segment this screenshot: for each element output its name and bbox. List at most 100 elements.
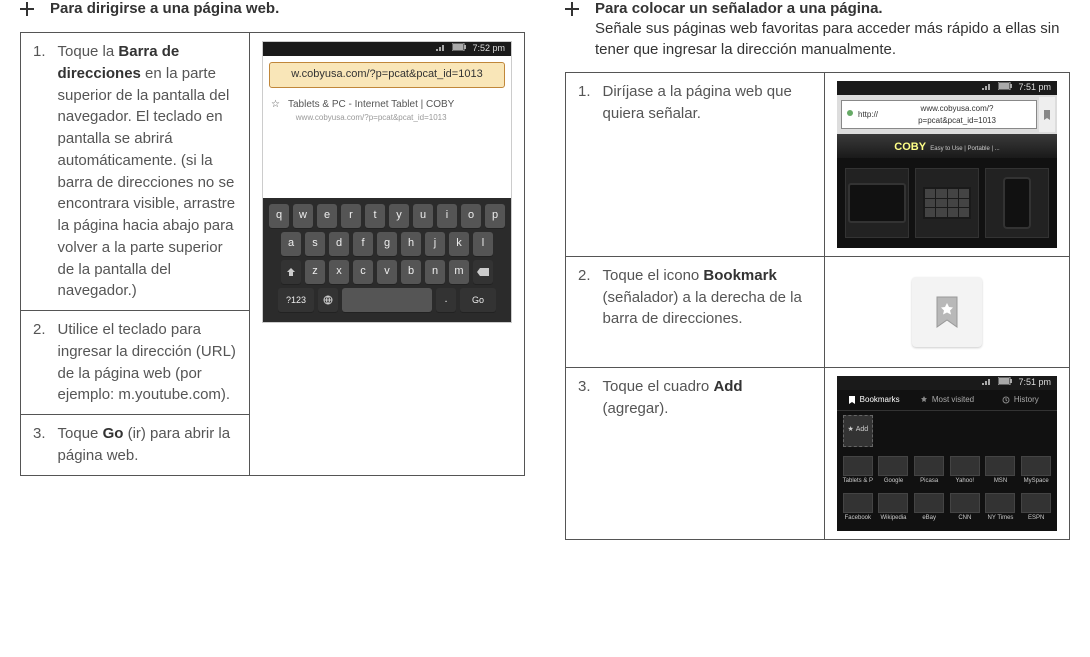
go-key[interactable]: Go [460,288,496,312]
left-step-2: 2. Utilice el teclado para ingresar la d… [21,311,250,415]
key[interactable]: o [461,204,481,228]
battery-icon [998,81,1012,94]
period-key[interactable]: . [436,288,456,312]
symbols-key[interactable]: ?123 [278,288,314,312]
right-image-cell-1: 7:51 pm http://www.cobyusa.com/?p=pcat&p… [825,73,1070,257]
tab-history[interactable]: History [984,390,1057,410]
right-column: Para colocar un señalador a una página. … [565,0,1070,540]
key[interactable]: p [485,204,505,228]
bookmark-item[interactable]: ESPN [1019,493,1053,523]
bookmark-grid-row2: Facebook Wikipedia eBay CNN NY Times ESP… [837,489,1057,527]
key[interactable]: q [269,204,289,228]
key[interactable]: h [401,232,421,256]
right-table: 1. Diríjase a la página web que quiera s… [565,72,1070,540]
tab-bookmarks[interactable]: Bookmarks [837,390,910,410]
tab-most-visited[interactable]: Most visited [910,390,983,410]
key[interactable]: x [329,260,349,284]
bookmark-item[interactable]: Google [877,456,911,486]
step-text: Utilice el teclado para ingresar la dire… [58,319,237,406]
key[interactable]: g [377,232,397,256]
key[interactable]: l [473,232,493,256]
status-bar: 7:52 pm [263,42,511,56]
step-text: Toque Go (ir) para abrir la página web. [58,423,237,467]
bookmark-item[interactable]: MySpace [1019,456,1053,486]
key[interactable]: e [317,204,337,228]
page-header: COBY Easy to Use | Portable | ... [837,134,1057,158]
key[interactable]: m [449,260,469,284]
backspace-key[interactable] [473,260,493,284]
key[interactable]: z [305,260,325,284]
address-bar[interactable]: http://www.cobyusa.com/?p=pcat&pcat_id=1… [841,100,1037,129]
right-step-1: 1. Diríjase a la página web que quiera s… [566,73,825,257]
bookmark-icon [848,396,856,404]
bookmark-add[interactable]: ★ Add [841,415,875,448]
keyboard-icon [923,187,971,219]
step-text: Toque la Barra de direcciones en la part… [58,41,237,302]
onscreen-keyboard[interactable]: q w e r t y u i o p [263,198,511,322]
key[interactable]: u [413,204,433,228]
left-column: Para dirigirse a una página web. 1. Toqu… [20,0,525,540]
key[interactable]: c [353,260,373,284]
tab-row: ☆ Tablets & PC - Internet Tablet | COBY … [263,94,511,128]
key[interactable]: a [281,232,301,256]
key[interactable]: s [305,232,325,256]
signal-icon [436,42,446,55]
phone-screenshot-webpage: 7:51 pm http://www.cobyusa.com/?p=pcat&p… [837,81,1057,248]
left-step-1: 1. Toque la Barra de direcciones en la p… [21,33,250,311]
key[interactable]: d [329,232,349,256]
bookmark-item[interactable]: eBay [912,493,946,523]
plus-icon [20,2,34,20]
right-step-3: 3. Toque el cuadro Add (agregar). [566,367,825,539]
globe-key[interactable] [318,288,338,312]
bookmark-item[interactable]: Picasa [912,456,946,486]
phone-icon [1003,177,1031,229]
status-time: 7:51 pm [1018,376,1051,389]
bookmark-icon [1043,110,1051,120]
step-text: Diríjase a la página web que quiera seña… [603,81,812,125]
star-icon: ☆ [271,98,280,124]
bookmark-item[interactable]: Tablets & P [841,456,875,486]
key[interactable]: b [401,260,421,284]
bookmark-tabs: Bookmarks Most visited History [837,390,1057,411]
step-number: 3. [33,423,46,467]
battery-icon [998,376,1012,389]
right-subheading: Señale sus páginas web favoritas para ac… [595,18,1070,60]
shift-key[interactable] [281,260,301,284]
logo: COBY [894,141,926,153]
step-number: 1. [578,81,591,125]
bookmark-item[interactable]: MSN [984,456,1018,486]
key[interactable]: k [449,232,469,256]
key[interactable]: t [365,204,385,228]
left-heading: Para dirigirse a una página web. [20,0,525,20]
bookmark-item[interactable]: Facebook [841,493,875,523]
key[interactable]: n [425,260,445,284]
bookmark-icon-large[interactable] [912,277,982,347]
bookmark-button[interactable] [1039,97,1055,132]
bookmark-grid: ★ Add [837,411,1057,452]
tab-title: Tablets & PC - Internet Tablet | COBY [288,98,454,113]
key[interactable]: i [437,204,457,228]
key[interactable]: y [389,204,409,228]
right-heading-text: Para colocar un señalador a una página. [595,0,883,17]
battery-icon [452,42,466,55]
bookmark-icon [933,295,961,329]
bookmark-item[interactable]: Wikipedia [877,493,911,523]
key[interactable]: f [353,232,373,256]
address-bar[interactable]: w.cobyusa.com/?p=pcat&pcat_id=1013 [269,62,505,88]
tab-url: www.cobyusa.com/?p=pcat&pcat_id=1013 [288,112,454,124]
key[interactable]: v [377,260,397,284]
bookmark-grid-row1: Tablets & P Google Picasa Yahoo! MSN MyS… [837,452,1057,490]
key[interactable]: r [341,204,361,228]
right-step-2: 2. Toque el icono Bookmark (señalador) a… [566,256,825,367]
key[interactable]: j [425,232,445,256]
bookmark-item[interactable]: NY Times [984,493,1018,523]
space-key[interactable] [342,288,432,312]
key[interactable]: w [293,204,313,228]
bookmark-item[interactable]: Yahoo! [948,456,982,486]
globe-icon [846,109,854,121]
right-image-cell-2 [825,256,1070,367]
star-icon [920,396,928,404]
left-heading-text: Para dirigirse a una página web. [50,0,279,17]
right-image-cell-3: 7:51 pm Bookmarks Most visited [825,367,1070,539]
bookmark-item[interactable]: CNN [948,493,982,523]
